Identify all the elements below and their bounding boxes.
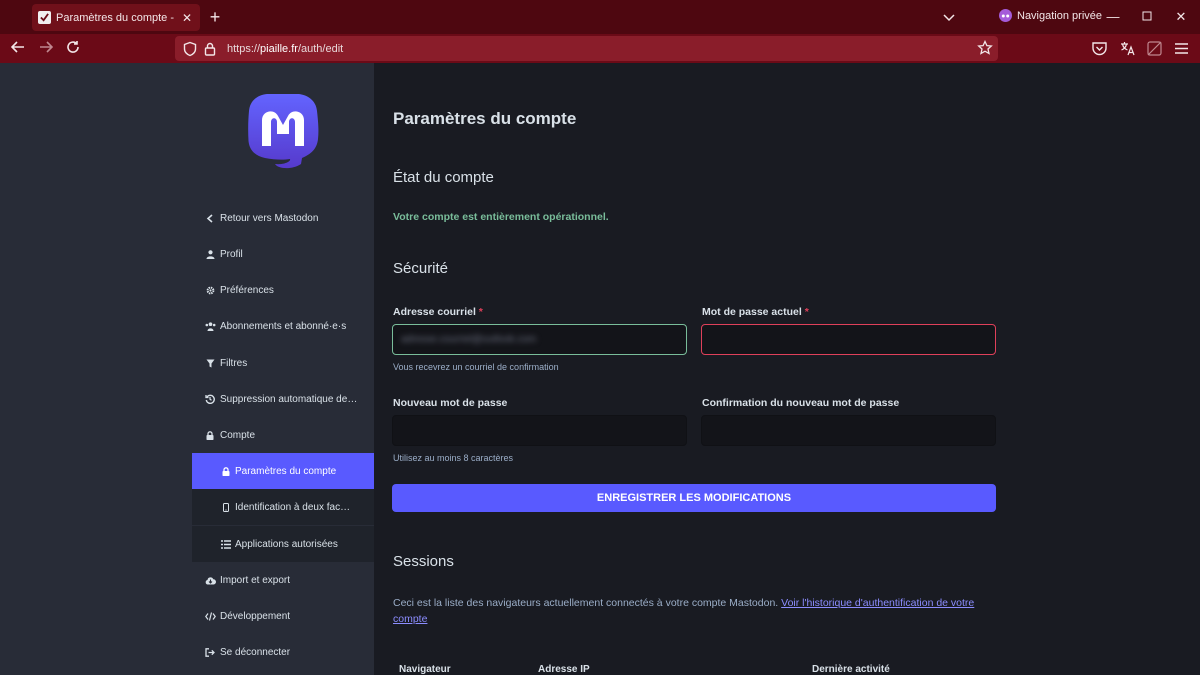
sidebar-item-label: Se déconnecter [220,646,291,658]
maximize-button[interactable] [1138,8,1156,26]
sidebar-item-label: Paramètres du compte [235,465,337,477]
sidebar-item-label: Compte [220,429,256,441]
tab-title: Paramètres du compte - Piaille [56,11,176,24]
extension-icon[interactable] [1146,40,1163,57]
url-path: /auth/edit [297,42,344,55]
sidebar-item-label: Développement [220,610,291,622]
email-field-value: adresse.courriel@outlook.com [401,334,537,345]
main-content: Paramètres du compte État du compte Votr… [374,63,1200,675]
new-password-label: Nouveau mot de passe [393,397,508,409]
private-browsing-indicator: Navigation privée [999,9,1102,22]
account-status-text: Votre compte est entièrement opérationne… [393,211,609,223]
settings-sidebar: Retour vers Mastodon Profil Préférences … [0,63,374,675]
lock-icon [203,430,217,440]
sidebar-item-label: Import et export [220,574,291,586]
current-password-label-text: Mot de passe actuel [702,306,802,318]
save-changes-button[interactable]: ENREGISTRER LES MODIFICATIONS [392,484,996,512]
page-title: Paramètres du compte [393,109,577,128]
filter-icon [203,359,217,368]
sidebar-item-relationships[interactable]: Abonnements et abonné·e·s [192,308,374,344]
current-password-field[interactable] [701,324,996,355]
sidebar-item-label: Identification à deux fac… [235,501,351,513]
table-header-browser: Navigateur [399,664,451,675]
sidebar-item-import-export[interactable]: Import et export [192,562,374,598]
email-label: Adresse courriel * [393,306,483,318]
email-hint: Vous recevrez un courriel de confirmatio… [393,362,559,372]
tracking-shield-icon[interactable] [182,41,198,57]
bookmark-star-icon[interactable] [977,40,993,56]
sidebar-item-account-settings[interactable]: Paramètres du compte [192,453,374,489]
tab-close-icon[interactable]: ✕ [180,11,194,25]
sessions-heading: Sessions [393,553,454,570]
sidebar-item-filters[interactable]: Filtres [192,345,374,381]
email-label-text: Adresse courriel [393,306,476,318]
favicon-icon [38,11,51,24]
reload-button[interactable] [63,39,83,59]
required-marker: * [478,306,483,318]
url-domain: piaille.fr [260,42,298,55]
gear-icon [203,286,217,295]
current-password-label: Mot de passe actuel * [702,306,809,318]
private-browsing-label: Navigation privée [1017,9,1102,22]
sessions-description-text: Ceci est la liste des navigateurs actuel… [393,597,779,609]
menu-hamburger-icon[interactable] [1173,40,1190,57]
sidebar-item-development[interactable]: Développement [192,598,374,634]
sidebar-item-logout[interactable]: Se déconnecter [192,634,374,670]
sidebar-item-auto-delete[interactable]: Suppression automatique de … [192,381,374,417]
browser-nav-bar: https://piaille.fr/auth/edit [0,34,1200,63]
security-heading: Sécurité [393,260,449,277]
url-text[interactable]: https://piaille.fr/auth/edit [227,43,343,55]
email-field[interactable]: adresse.courriel@outlook.com [392,324,687,355]
sidebar-item-label: Préférences [220,284,274,296]
url-bar[interactable]: https://piaille.fr/auth/edit [175,36,998,61]
code-icon [203,611,217,621]
cloud-download-icon [203,576,217,585]
chevron-left-icon [203,213,217,223]
lock-icon[interactable] [202,41,218,57]
account-status-heading: État du compte [393,169,494,186]
translate-icon[interactable] [1119,40,1136,57]
list-icon [219,539,233,549]
required-marker: * [804,306,809,318]
new-password-hint: Utilisez au moins 8 caractères [393,453,514,463]
confirm-password-field[interactable] [701,415,996,446]
sidebar-item-account[interactable]: Compte [192,417,374,453]
table-header-ip: Adresse IP [538,664,590,675]
sidebar-item-two-factor[interactable]: Identification à deux fac… [192,489,374,525]
sidebar-item-authorized-apps[interactable]: Applications autorisées [192,526,374,562]
pocket-icon[interactable] [1091,40,1108,57]
sign-out-icon [203,647,217,657]
close-window-button[interactable]: ✕ [1172,8,1190,26]
lock-icon [219,466,233,476]
sidebar-item-label: Filtres [220,357,248,369]
new-password-field[interactable] [392,415,687,446]
forward-button[interactable] [36,39,56,59]
tab-list-chevron-icon[interactable] [940,8,958,26]
user-icon [203,249,217,259]
sidebar-item-label: Applications autorisées [235,538,338,550]
back-button[interactable] [8,39,28,59]
history-icon [203,394,217,404]
sidebar-item-label: Abonnements et abonné·e·s [220,320,347,332]
confirm-password-label: Confirmation du nouveau mot de passe [702,397,900,409]
sessions-description: Ceci est la liste des navigateurs actuel… [393,595,993,627]
private-mask-icon [999,9,1012,22]
mastodon-logo[interactable] [247,94,319,170]
sidebar-item-label: Retour vers Mastodon [220,212,319,224]
users-icon [203,321,217,331]
browser-tab-bar: Paramètres du compte - Piaille ✕ + Navig… [0,0,1200,34]
sidebar-item-back[interactable]: Retour vers Mastodon [192,200,374,236]
minimize-button[interactable]: — [1104,8,1122,26]
table-header-last-activity: Dernière activité [812,664,890,675]
sidebar-item-label: Profil [220,248,243,260]
sidebar-item-profile[interactable]: Profil [192,236,374,272]
mobile-icon [219,502,233,512]
sidebar-item-preferences[interactable]: Préférences [192,272,374,308]
url-prefix: https:// [227,42,261,55]
new-tab-button[interactable]: + [204,7,226,27]
sidebar-item-label: Suppression automatique de … [220,393,360,405]
browser-tab[interactable]: Paramètres du compte - Piaille ✕ [32,4,200,31]
